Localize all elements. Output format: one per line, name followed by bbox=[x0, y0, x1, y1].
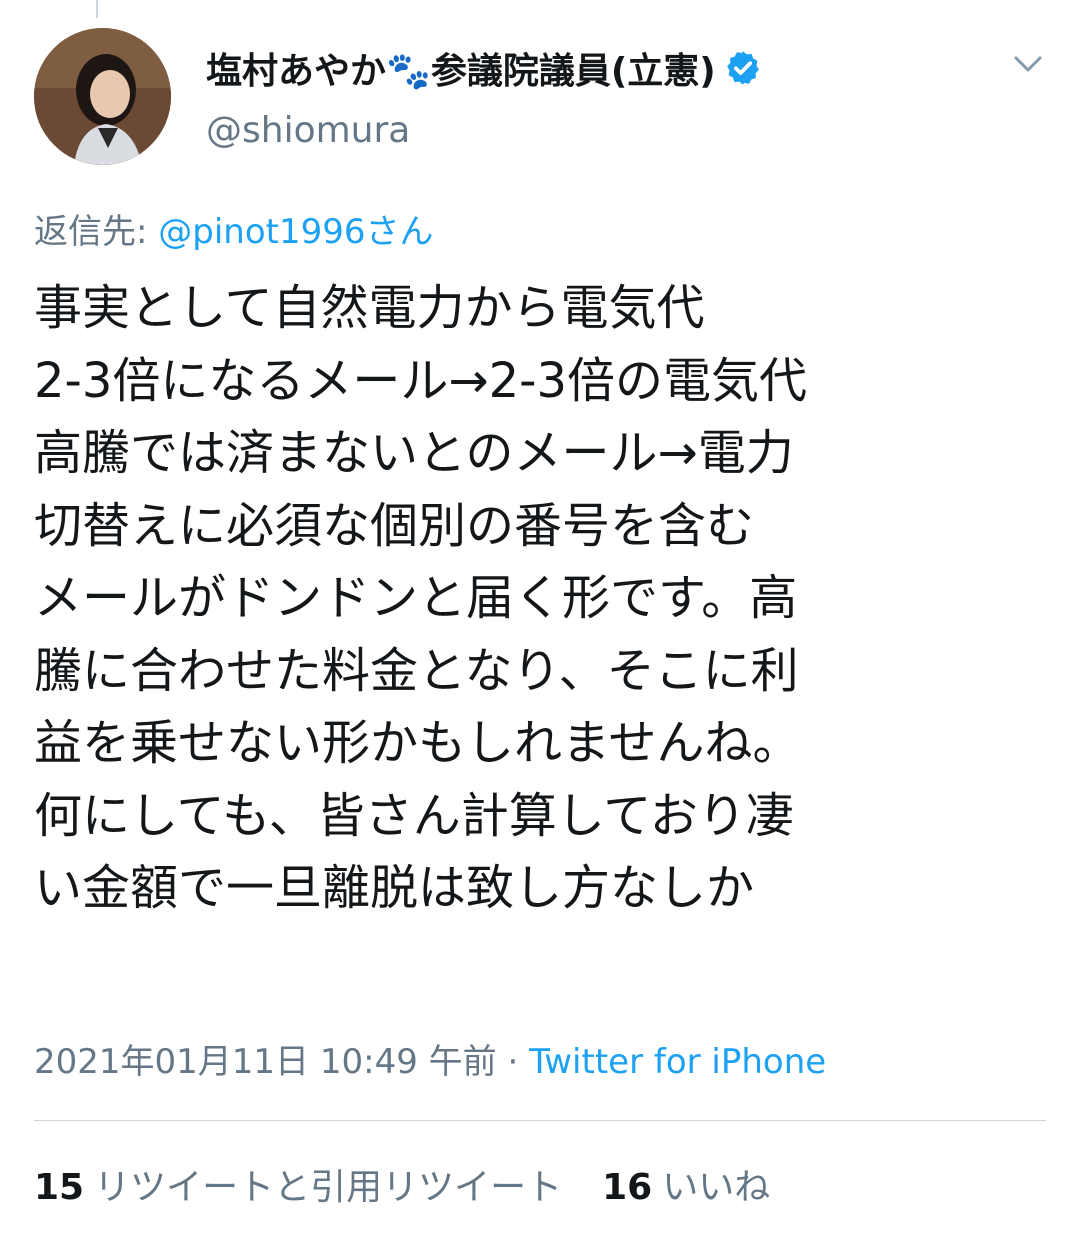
retweets-label: リツイートと引用リツイート bbox=[94, 1167, 563, 1208]
meta-separator: · bbox=[496, 1042, 530, 1082]
thread-connector-line bbox=[96, 0, 98, 18]
reply-to-line: 返信先: @pinot1996さん bbox=[34, 204, 434, 253]
avatar-photo-icon bbox=[34, 28, 171, 165]
tweet-timestamp[interactable]: 2021年01月11日 10:49 午前 bbox=[34, 1042, 497, 1082]
tweet-header: 塩村あやか🐾参議院議員(立憲) @shiomura bbox=[34, 24, 1054, 174]
tweet-meta: 2021年01月11日 10:49 午前 · Twitter for iPhon… bbox=[34, 1034, 826, 1083]
user-handle[interactable]: @shiomura bbox=[206, 110, 410, 151]
display-name[interactable]: 塩村あやか🐾参議院議員(立憲) bbox=[206, 42, 716, 94]
reply-to-label: 返信先: bbox=[34, 212, 159, 252]
divider bbox=[34, 1120, 1046, 1121]
tweet-stats: 15 リツイートと引用リツイート 16 いいね bbox=[34, 1158, 770, 1210]
tweet-text: 事実として自然電力から電気代 2-3倍になるメール→2-3倍の電気代 高騰では済… bbox=[34, 280, 808, 916]
likes-count: 16 bbox=[602, 1167, 653, 1208]
likes-label: いいね bbox=[662, 1167, 771, 1208]
reply-mention-link[interactable]: @pinot1996さん bbox=[158, 212, 433, 252]
retweets-count: 15 bbox=[34, 1167, 85, 1208]
likes-stat[interactable]: 16 いいね bbox=[602, 1158, 770, 1210]
name-row: 塩村あやか🐾参議院議員(立憲) bbox=[206, 42, 762, 94]
tweet-source-link[interactable]: Twitter for iPhone bbox=[529, 1042, 826, 1082]
chevron-down-icon[interactable] bbox=[1012, 52, 1044, 76]
avatar[interactable] bbox=[34, 28, 171, 165]
retweets-stat[interactable]: 15 リツイートと引用リツイート bbox=[34, 1158, 562, 1210]
verified-badge-icon bbox=[726, 51, 759, 85]
